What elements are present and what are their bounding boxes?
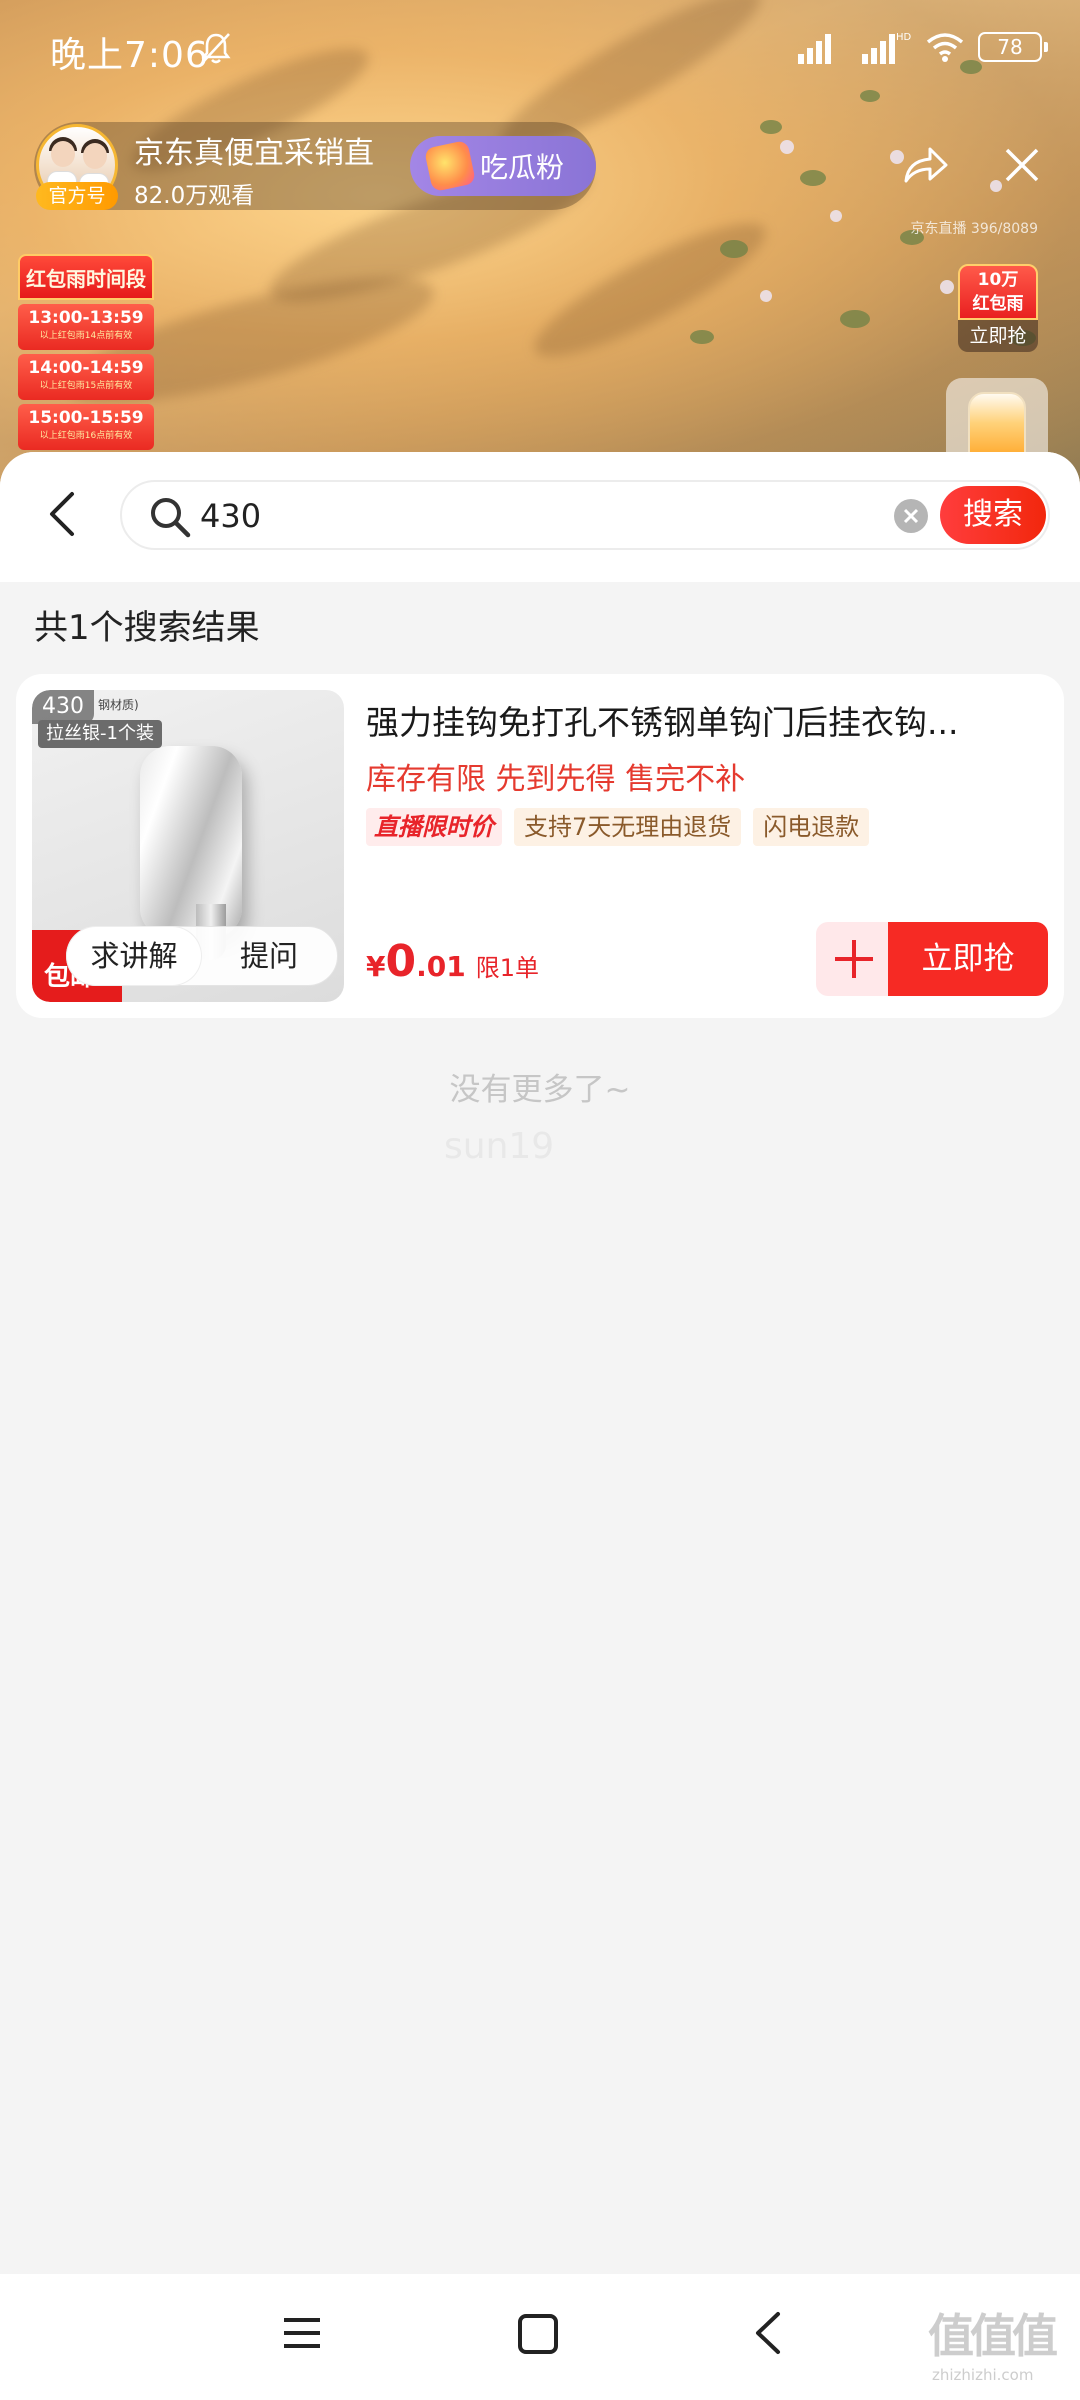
user-watermark: sun19 <box>444 1126 555 1167</box>
red-packet-slot: 14:00-14:59 以上红包雨15点前有效 <box>18 354 154 400</box>
red-packet-slot: 15:00-15:59 以上红包雨16点前有效 <box>18 404 154 450</box>
add-to-cart-button[interactable] <box>816 922 892 996</box>
red-packet-grab-button[interactable]: 立即抢 <box>958 320 1038 352</box>
fan-club-label: 吃瓜粉 <box>480 151 565 184</box>
red-packet-amount: 10万 <box>977 270 1019 290</box>
explain-ask-pill: 求讲解 提问 <box>66 926 338 986</box>
back-arrow-icon[interactable] <box>44 488 80 540</box>
request-explain-button[interactable]: 求讲解 <box>67 927 201 985</box>
svg-text:HD: HD <box>896 32 912 43</box>
battery-icon: 78 <box>978 32 1048 62</box>
slot-time: 15:00-15:59 <box>28 408 144 428</box>
signal-icon <box>798 34 831 64</box>
tag-live-price: 直播限时价 <box>366 808 502 846</box>
search-header: 搜索 <box>0 452 1080 582</box>
site-watermark: 值值值 zhizhizhi.com <box>928 2300 1078 2390</box>
search-input[interactable] <box>200 492 900 540</box>
price-integer: 0 <box>385 936 417 987</box>
price-symbol: ¥ <box>366 950 386 983</box>
product-index-badge: 430 <box>32 690 94 724</box>
price-decimal: .01 <box>416 950 466 983</box>
no-more-results: 没有更多了~ <box>449 1072 631 1108</box>
ask-question-button[interactable]: 提问 <box>201 927 337 985</box>
red-packet-widget-top: 10万 红包雨 <box>958 264 1038 320</box>
red-packet-slot: 13:00-13:59 以上红包雨14点前有效 <box>18 304 154 350</box>
wifi-icon <box>926 33 964 62</box>
system-nav-bar: 值值值 zhizhizhi.com <box>0 2274 1080 2400</box>
product-subtitle: 库存有限 先到先得 售完不补 <box>366 762 746 797</box>
share-icon[interactable] <box>902 145 948 185</box>
product-title[interactable]: 强力挂钩免打孔不锈钢单钩门后挂衣钩... <box>366 696 1046 744</box>
search-button[interactable]: 搜索 <box>940 486 1046 544</box>
clear-icon[interactable] <box>894 499 928 533</box>
tag-refund: 闪电退款 <box>753 808 870 846</box>
product-card[interactable]: 430 钢材质) 拉丝银-1个装 包邮 求讲解 提问 强力挂钩免打孔不锈钢单钩门… <box>16 674 1064 1018</box>
image-variant-tag: 拉丝银-1个装 <box>38 720 162 748</box>
tag-return: 支持7天无理由退货 <box>514 808 742 846</box>
red-packet-widget[interactable]: 10万 红包雨 立即抢 <box>958 264 1038 354</box>
slot-time: 14:00-14:59 <box>28 358 144 378</box>
red-packet-schedule-title: 红包雨时间段 <box>18 254 154 300</box>
product-price: ¥ 0 .01 限1单 <box>366 936 539 987</box>
nav-back-icon[interactable] <box>752 2310 784 2356</box>
status-bar: 晚上7:06 HD 78 <box>0 0 1080 100</box>
room-id: 京东直播 396/8089 <box>910 221 1038 237</box>
site-watermark-logo: 值值值 <box>928 2309 1058 2363</box>
signal-icon-2: HD <box>862 32 912 64</box>
buy-now-button[interactable]: 立即抢 <box>888 922 1048 996</box>
product-image[interactable]: 430 钢材质) 拉丝银-1个装 包邮 求讲解 提问 <box>32 690 344 1002</box>
bell-muted-icon <box>201 33 231 64</box>
site-watermark-url: zhizhizhi.com <box>932 2366 1034 2384</box>
status-time: 晚上7:06 <box>50 35 209 76</box>
close-icon[interactable] <box>1003 146 1041 184</box>
fan-club-icon <box>423 139 477 193</box>
image-material-label: 钢材质) <box>98 698 139 712</box>
fan-club-button[interactable]: 吃瓜粉 <box>410 136 596 196</box>
red-packet-name: 红包雨 <box>972 294 1024 314</box>
result-count: 共1个搜索结果 <box>34 608 260 648</box>
hook-image <box>140 746 242 938</box>
search-box[interactable]: 搜索 <box>120 480 1050 550</box>
slot-time: 13:00-13:59 <box>28 308 144 328</box>
menu-icon[interactable] <box>282 2314 322 2352</box>
slot-note: 以上红包雨16点前有效 <box>39 431 133 441</box>
search-icon <box>151 498 191 538</box>
home-icon[interactable] <box>518 2314 558 2354</box>
battery-level: 78 <box>997 35 1023 59</box>
slot-note: 以上红包雨15点前有效 <box>39 381 133 391</box>
search-panel: 搜索 共1个搜索结果 430 钢材质) 拉丝银-1个装 包邮 求讲解 提问 强力… <box>0 452 1080 2274</box>
host-name[interactable]: 京东真便宜采销直 <box>134 128 384 172</box>
status-icons: HD 78 <box>798 30 1048 64</box>
slot-note: 以上红包雨14点前有效 <box>39 331 133 341</box>
product-tags: 直播限时价 支持7天无理由退货 闪电退款 <box>366 808 870 846</box>
purchase-limit: 限1单 <box>475 954 539 982</box>
official-badge: 官方号 <box>36 182 118 210</box>
red-packet-schedule[interactable]: 红包雨时间段 13:00-13:59 以上红包雨14点前有效 14:00-14:… <box>18 254 154 454</box>
viewer-count: 82.0万观看 <box>134 183 255 209</box>
